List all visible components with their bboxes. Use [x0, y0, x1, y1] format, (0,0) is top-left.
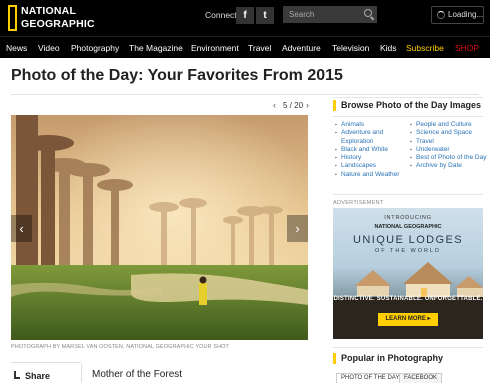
- spinner-icon: [437, 11, 445, 19]
- category-link-best-of[interactable]: Best of Photo of the Day: [410, 154, 486, 163]
- pager-prev-icon[interactable]: ‹: [273, 100, 276, 110]
- main-nav: News Video Photography The Magazine Envi…: [0, 36, 490, 58]
- category-link-history[interactable]: History: [335, 154, 399, 163]
- ad-label: ADVERTISEMENT: [333, 200, 384, 206]
- nav-item-travel[interactable]: Travel: [248, 43, 271, 53]
- photo-of-the-day[interactable]: ‹ ›: [11, 115, 308, 340]
- nav-item-magazine[interactable]: The Magazine: [129, 43, 183, 53]
- lodges-advertisement[interactable]: INTRODUCING NATIONAL GEOGRAPHIC UNIQUE L…: [333, 208, 483, 339]
- facebook-icon: f: [243, 10, 247, 21]
- browse-heading-text: Browse Photo of the Day Images: [341, 100, 482, 110]
- nav-item-video[interactable]: Video: [38, 43, 60, 53]
- nav-item-news[interactable]: News: [6, 43, 27, 53]
- tab-photo-of-the-day[interactable]: PHOTO OF THE DAY: [336, 373, 405, 383]
- title-divider: [11, 94, 479, 95]
- twitter-button[interactable]: t: [256, 7, 274, 24]
- nav-item-photography[interactable]: Photography: [71, 43, 119, 53]
- pager-next-icon[interactable]: ›: [306, 100, 309, 110]
- category-link-animals[interactable]: Animals: [335, 121, 399, 130]
- category-list-right: People and Culture Science and Space Tra…: [410, 121, 486, 171]
- ad-introducing: INTRODUCING: [384, 215, 432, 221]
- category-link-landscapes[interactable]: Landscapes: [335, 162, 399, 171]
- category-link-exploration[interactable]: Exploration: [335, 138, 399, 146]
- photo-title: Mother of the Forest: [92, 369, 183, 380]
- twitter-icon: t: [263, 10, 267, 21]
- logo-frame-icon[interactable]: [8, 5, 17, 31]
- ad-top-rule: [333, 194, 483, 195]
- category-list-left: Animals Adventure and Exploration Black …: [335, 121, 399, 179]
- popular-heading-text: Popular in Photography: [341, 353, 444, 363]
- ad-subheadline: OF THE WORLD: [374, 248, 442, 254]
- learn-more-button[interactable]: LEARN MORE ▸: [378, 313, 438, 326]
- category-link-black-white[interactable]: Black and White: [335, 146, 399, 155]
- nav-item-adventure[interactable]: Adventure: [282, 43, 321, 53]
- baobab-photo-image: [11, 115, 308, 340]
- ad-headline: UNIQUE LODGES: [353, 234, 463, 246]
- photo-prev-button[interactable]: ‹: [11, 215, 32, 242]
- site-logo[interactable]: NATIONAL GEOGRAPHIC: [21, 5, 95, 31]
- share-icon: [14, 371, 20, 379]
- category-link-science-space[interactable]: Science and Space: [410, 129, 486, 138]
- photo-credit: PHOTOGRAPH BY MARSEL VAN OOSTEN, NATIONA…: [11, 344, 229, 350]
- category-link-nature-weather[interactable]: Nature and Weather: [335, 171, 399, 180]
- category-link-people-culture[interactable]: People and Culture: [410, 121, 486, 130]
- search-icon[interactable]: [364, 9, 372, 17]
- category-link-underwater[interactable]: Underwater: [410, 146, 486, 155]
- ad-tagline: DISTINCTIVE. SUSTAINABLE. UNFORGETTABLE.: [333, 296, 483, 302]
- nav-item-environment[interactable]: Environment: [191, 43, 239, 53]
- pager-count: 5 / 20: [283, 101, 304, 110]
- top-header: NATIONAL GEOGRAPHIC Connect f t Loading.…: [0, 0, 490, 36]
- category-link-archive[interactable]: Archive by Date: [410, 162, 486, 171]
- category-link-travel[interactable]: Travel: [410, 138, 486, 147]
- facebook-button[interactable]: f: [236, 7, 254, 24]
- nav-item-television[interactable]: Television: [332, 43, 369, 53]
- browse-heading: Browse Photo of the Day Images: [333, 98, 481, 116]
- nav-item-shop[interactable]: SHOP: [455, 43, 479, 53]
- ad-brand: NATIONAL GEOGRAPHIC: [374, 224, 442, 230]
- popular-top-rule: [333, 347, 483, 348]
- tab-facebook[interactable]: FACEBOOK: [399, 373, 443, 383]
- connect-label: Connect: [205, 10, 237, 20]
- logo-line-2: GEOGRAPHIC: [21, 18, 95, 30]
- chevron-right-icon: ›: [295, 221, 300, 236]
- nav-item-subscribe[interactable]: Subscribe: [406, 43, 444, 53]
- loading-button[interactable]: Loading...: [431, 6, 484, 24]
- logo-line-1: NATIONAL: [21, 5, 77, 17]
- browse-heading-rule: [333, 116, 483, 117]
- popular-accent-bar: [333, 353, 336, 364]
- share-label: Share: [25, 371, 51, 381]
- heading-accent-bar: [333, 100, 336, 111]
- chevron-left-icon: ‹: [19, 221, 24, 236]
- page-title: Photo of the Day: Your Favorites From 20…: [11, 67, 343, 84]
- share-divider: [81, 364, 82, 383]
- nav-item-kids[interactable]: Kids: [380, 43, 397, 53]
- share-button[interactable]: Share: [11, 362, 81, 383]
- photo-next-button[interactable]: ›: [287, 215, 308, 242]
- search-input[interactable]: [283, 6, 377, 23]
- category-link-adventure[interactable]: Adventure and: [335, 129, 399, 138]
- loading-label: Loading...: [448, 10, 484, 19]
